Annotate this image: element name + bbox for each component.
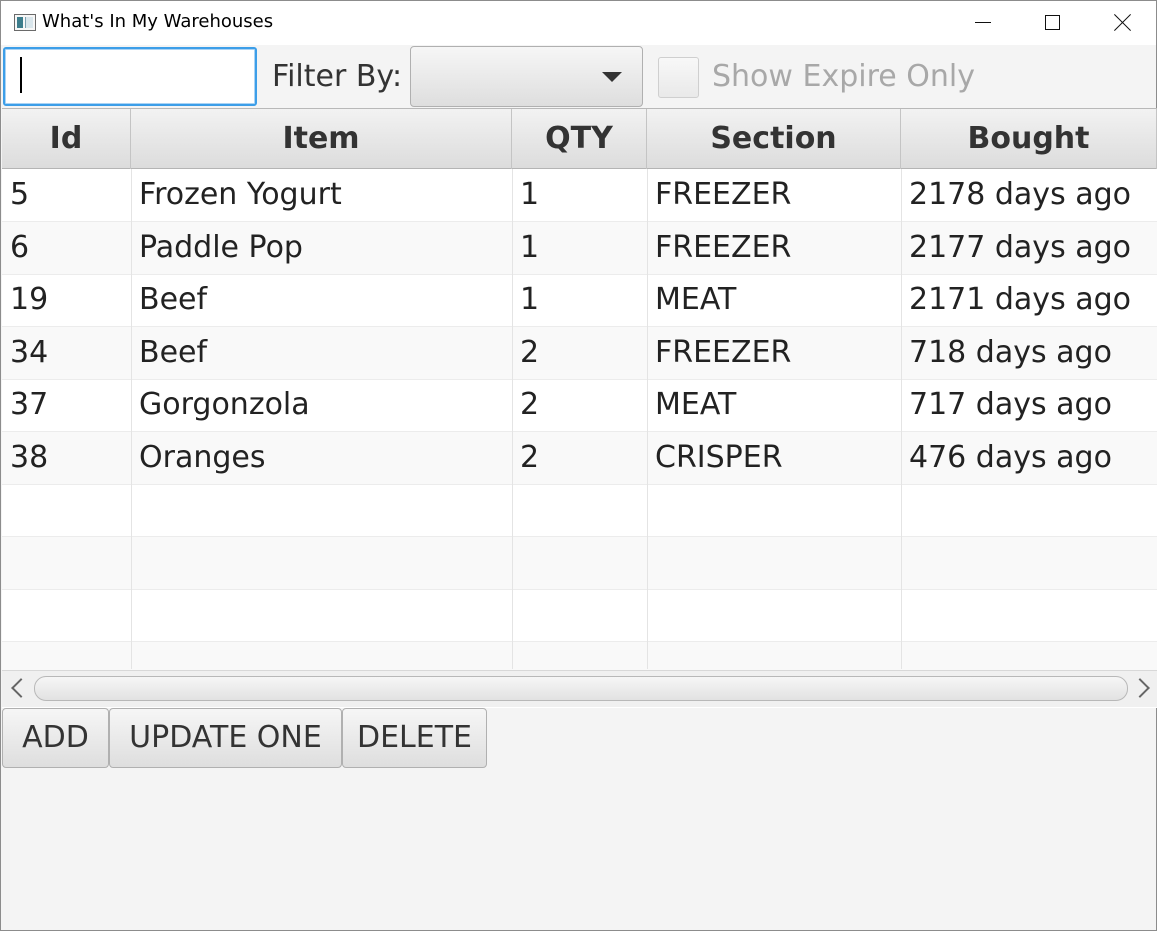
- cell-item: Paddle Pop: [139, 230, 303, 265]
- column-divider: [647, 169, 648, 669]
- scroll-right-icon[interactable]: [1130, 678, 1150, 698]
- cell-qty: 2: [520, 440, 540, 475]
- column-header-section[interactable]: Section: [647, 109, 901, 169]
- delete-button[interactable]: DELETE: [342, 708, 487, 768]
- empty-row: [2, 537, 1157, 590]
- column-header-bought[interactable]: Bought: [901, 109, 1157, 169]
- app-icon: [14, 14, 36, 31]
- cell-item: Frozen Yogurt: [139, 177, 342, 212]
- column-divider: [901, 169, 902, 669]
- scroll-left-icon[interactable]: [11, 678, 31, 698]
- cell-section: CRISPER: [655, 440, 783, 475]
- maximize-icon: [1045, 15, 1060, 30]
- cell-bought: 718 days ago: [909, 335, 1112, 370]
- filter-by-label: Filter By:: [272, 59, 403, 94]
- empty-row: [2, 589, 1157, 642]
- cell-item: Beef: [139, 282, 208, 317]
- cell-section: MEAT: [655, 387, 737, 422]
- cell-bought: 2171 days ago: [909, 282, 1132, 317]
- window-title: What's In My Warehouses: [42, 11, 274, 32]
- add-button[interactable]: ADD: [2, 708, 109, 768]
- cell-id: 6: [10, 230, 30, 265]
- cell-id: 34: [10, 335, 49, 370]
- cell-bought: 2177 days ago: [909, 230, 1132, 265]
- table-row[interactable]: 38 Oranges 2 CRISPER 476 days ago: [2, 432, 1157, 485]
- maximize-button[interactable]: [1017, 1, 1087, 45]
- show-expire-label: Show Expire Only: [712, 59, 975, 94]
- items-table: Id Item QTY Section Bought 5 Frozen Yogu…: [2, 108, 1157, 708]
- table-row[interactable]: 37 Gorgonzola 2 MEAT 717 days ago: [2, 379, 1157, 432]
- cell-section: FREEZER: [655, 230, 792, 265]
- app-window: What's In My Warehouses Filter By: Show …: [0, 0, 1157, 931]
- table-row[interactable]: 34 Beef 2 FREEZER 718 days ago: [2, 327, 1157, 380]
- cell-bought: 2178 days ago: [909, 177, 1132, 212]
- table-row[interactable]: 19 Beef 1 MEAT 2171 days ago: [2, 274, 1157, 327]
- horizontal-scrollbar[interactable]: [2, 670, 1157, 707]
- cell-item: Beef: [139, 335, 208, 370]
- table-body: 5 Frozen Yogurt 1 FREEZER 2178 days ago …: [2, 169, 1157, 695]
- minimize-icon: [975, 22, 991, 23]
- cell-qty: 1: [520, 230, 540, 265]
- cell-item: Oranges: [139, 440, 266, 475]
- cell-id: 19: [10, 282, 49, 317]
- close-button[interactable]: [1087, 1, 1157, 45]
- cell-id: 38: [10, 440, 49, 475]
- search-input[interactable]: [3, 47, 257, 106]
- table-header: Id Item QTY Section Bought: [2, 109, 1157, 169]
- update-one-button[interactable]: UPDATE ONE: [109, 708, 342, 768]
- column-header-item[interactable]: Item: [131, 109, 512, 169]
- empty-row: [2, 484, 1157, 537]
- cell-section: FREEZER: [655, 177, 792, 212]
- column-header-qty[interactable]: QTY: [512, 109, 647, 169]
- column-header-id[interactable]: Id: [2, 109, 131, 169]
- filter-dropdown[interactable]: [410, 46, 643, 107]
- scrollbar-thumb[interactable]: [34, 676, 1128, 701]
- text-caret: [20, 57, 22, 93]
- cell-qty: 1: [520, 282, 540, 317]
- column-divider: [512, 169, 513, 669]
- minimize-button[interactable]: [947, 1, 1017, 45]
- cell-bought: 717 days ago: [909, 387, 1112, 422]
- cell-section: MEAT: [655, 282, 737, 317]
- show-expire-checkbox[interactable]: [658, 57, 699, 98]
- cell-qty: 2: [520, 335, 540, 370]
- cell-item: Gorgonzola: [139, 387, 310, 422]
- cell-bought: 476 days ago: [909, 440, 1112, 475]
- cell-qty: 2: [520, 387, 540, 422]
- cell-id: 37: [10, 387, 49, 422]
- close-icon: [1113, 13, 1132, 32]
- cell-section: FREEZER: [655, 335, 792, 370]
- cell-id: 5: [10, 177, 30, 212]
- table-row[interactable]: 6 Paddle Pop 1 FREEZER 2177 days ago: [2, 222, 1157, 275]
- table-row[interactable]: 5 Frozen Yogurt 1 FREEZER 2178 days ago: [2, 169, 1157, 222]
- title-bar[interactable]: What's In My Warehouses: [1, 1, 1156, 45]
- column-divider: [131, 169, 132, 669]
- cell-qty: 1: [520, 177, 540, 212]
- chevron-down-icon: [602, 72, 622, 82]
